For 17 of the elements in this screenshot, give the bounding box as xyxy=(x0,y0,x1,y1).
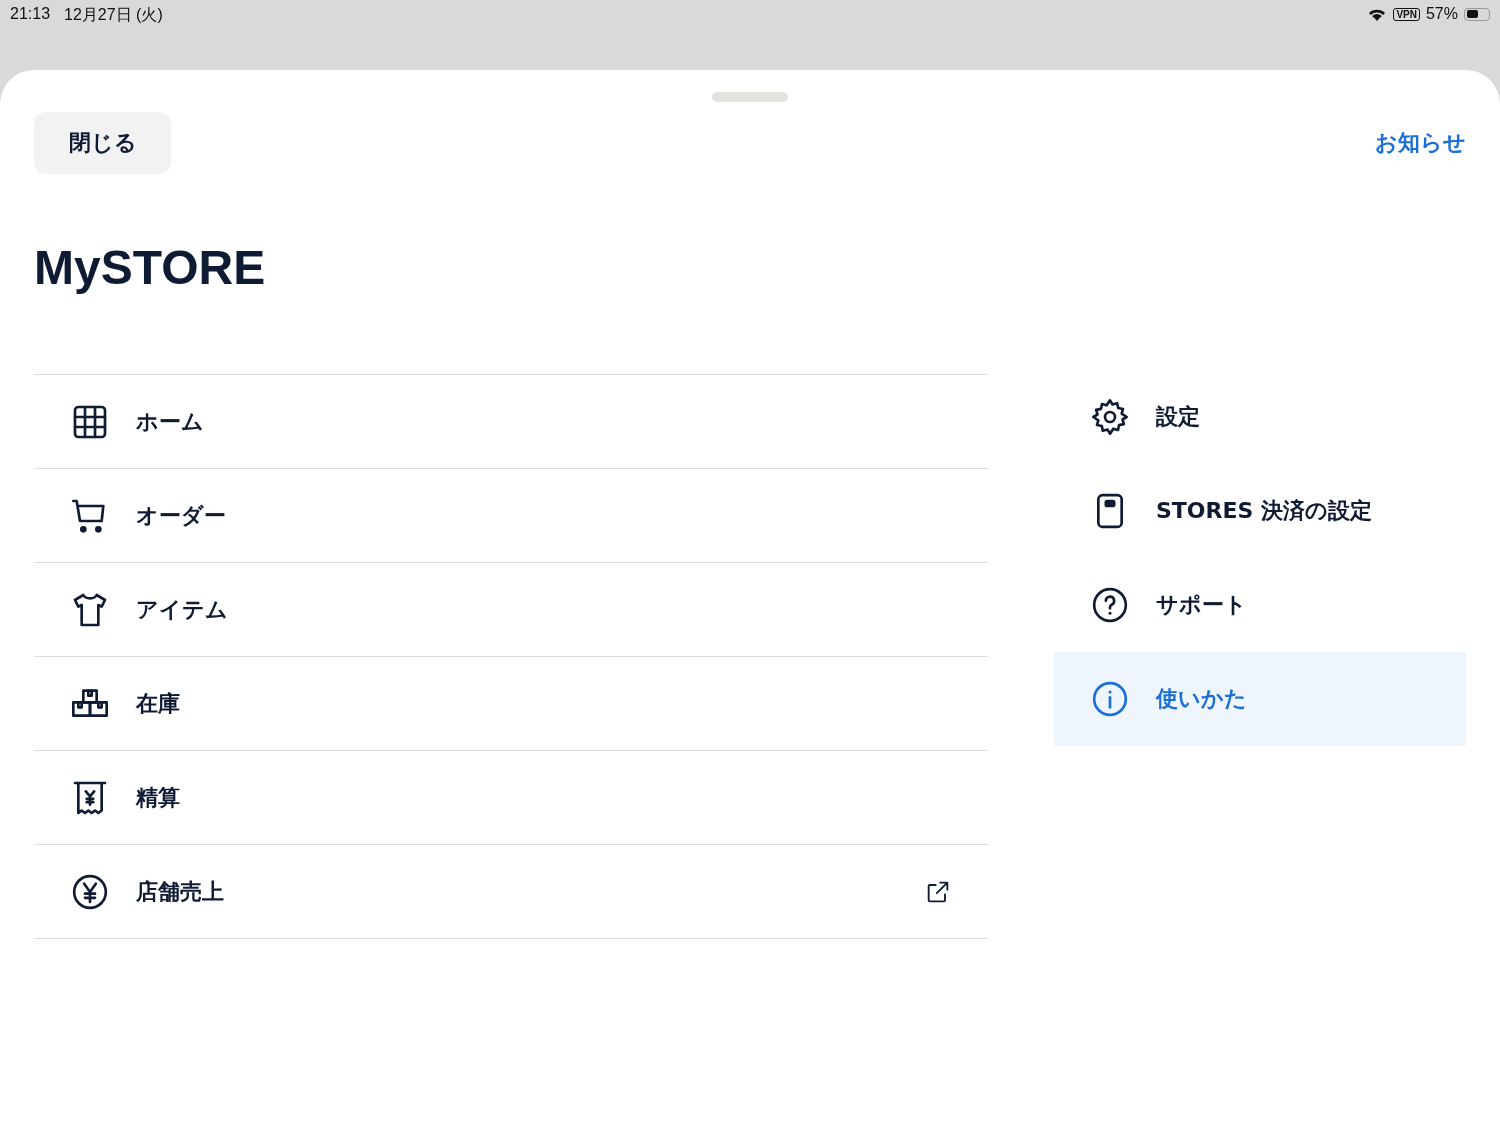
store-title: MySTORE xyxy=(34,240,267,296)
menu-item[interactable]: 在庫 xyxy=(34,657,988,751)
side-menu-item[interactable]: 使いかた xyxy=(1054,652,1466,746)
news-link[interactable]: お知らせ xyxy=(1375,128,1466,158)
menu-item[interactable]: ホーム xyxy=(34,375,988,469)
status-date: 12月27日 (火) xyxy=(64,5,163,25)
battery-percent: 57% xyxy=(1425,5,1458,23)
menu-item[interactable]: オーダー xyxy=(34,469,988,563)
vpn-indicator: VPN xyxy=(1393,7,1420,21)
close-button[interactable]: 閉じる xyxy=(34,112,171,174)
side-menu-item[interactable]: 設定 xyxy=(1054,370,1466,464)
menu-item[interactable]: 精算 xyxy=(34,751,988,845)
status-time: 21:13 xyxy=(10,5,51,23)
side-menu-item[interactable]: STORES 決済の設定 xyxy=(1054,464,1466,558)
side-menu-item[interactable]: サポート xyxy=(1054,558,1466,652)
menu-item[interactable]: 店舗売上 xyxy=(34,845,988,939)
menu-item[interactable]: アイテム xyxy=(34,563,988,657)
